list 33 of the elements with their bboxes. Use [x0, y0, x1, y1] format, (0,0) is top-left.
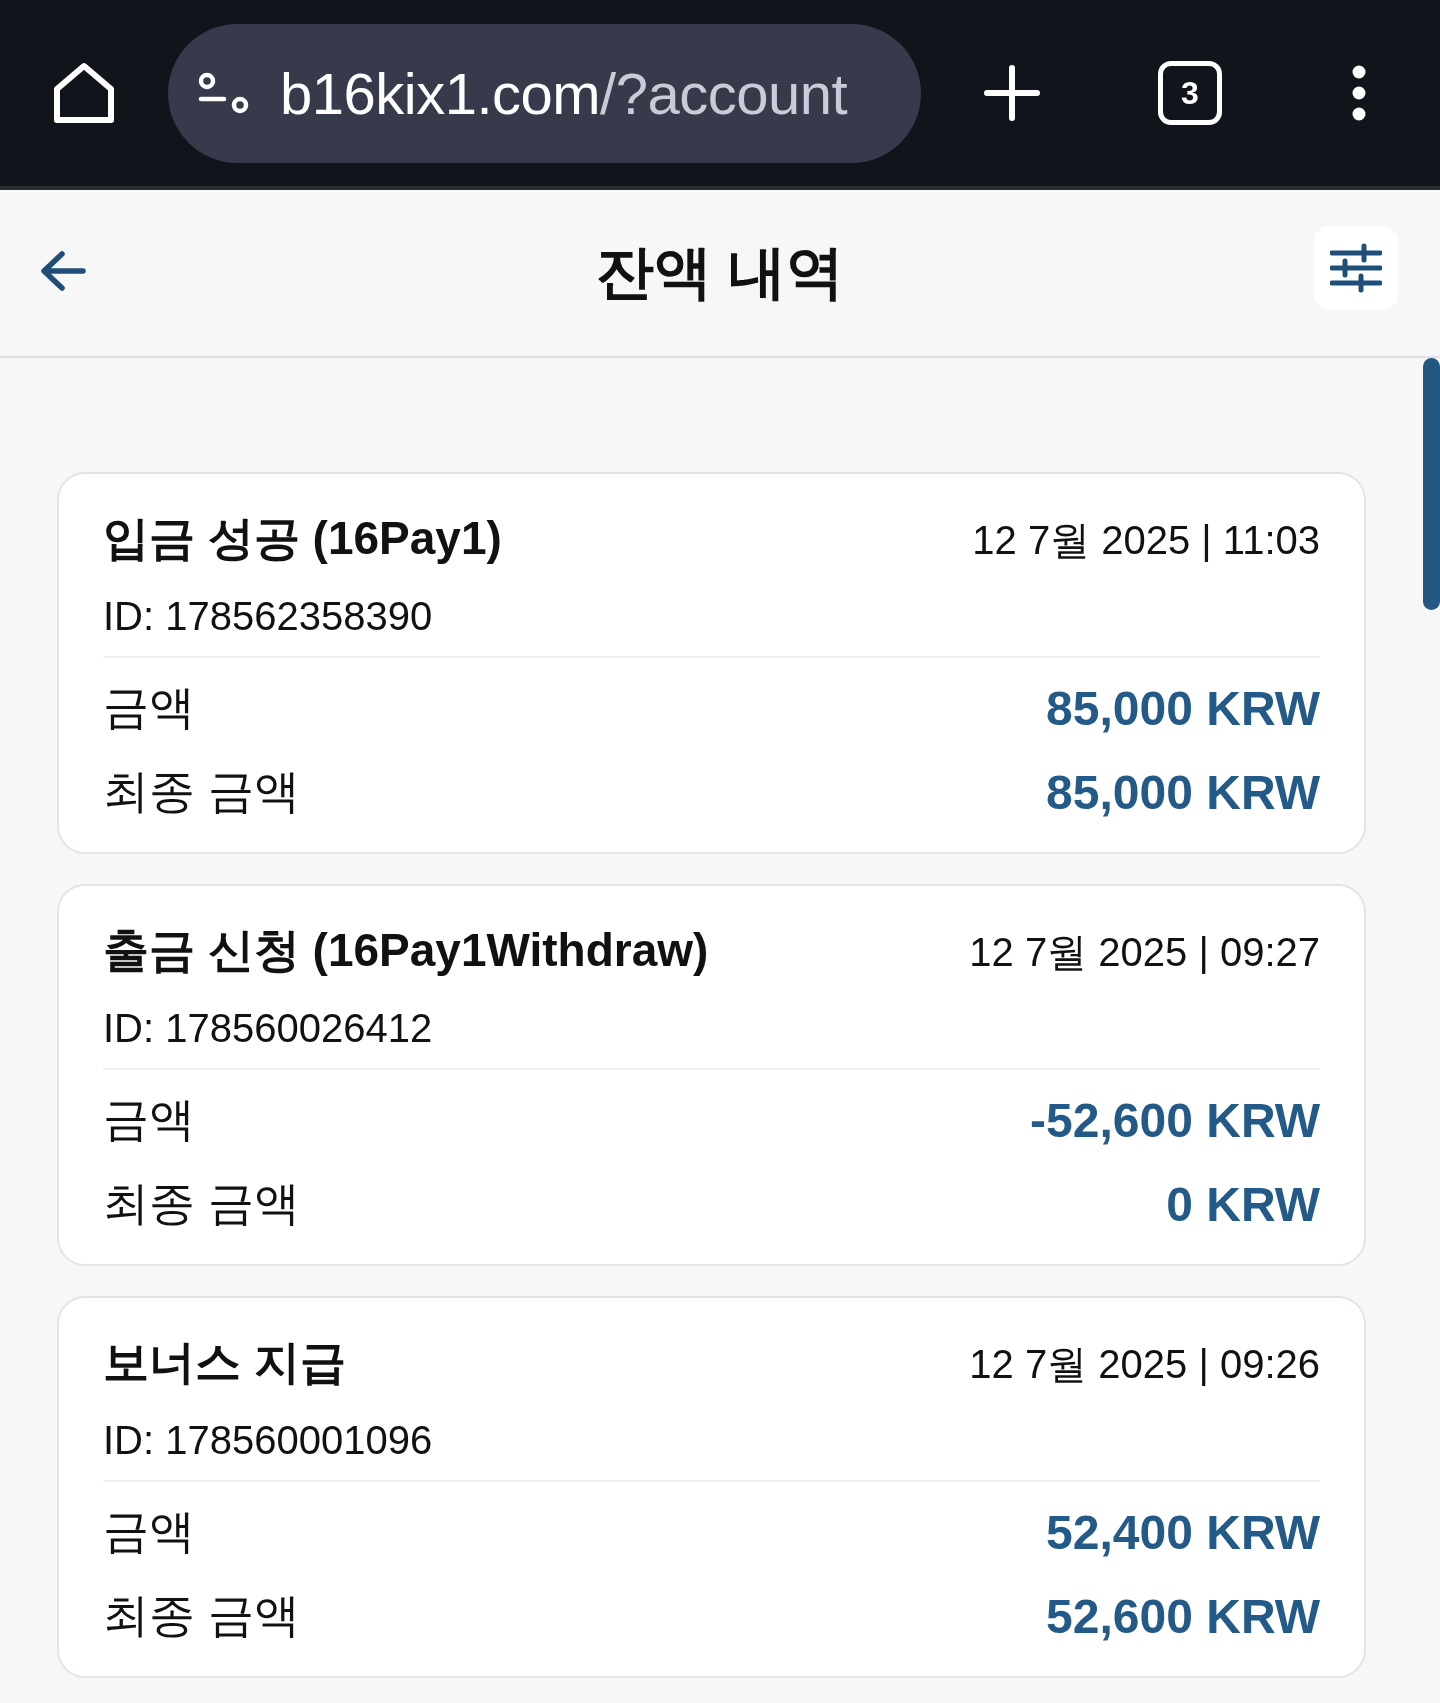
url-text: b16kix1.com/?account [280, 59, 848, 127]
transaction-title: 출금 신청 (16Pay1Withdraw) [103, 923, 709, 978]
amount-value: 52,400 KRW [1046, 1504, 1320, 1560]
filter-button[interactable] [1314, 226, 1398, 310]
amount-label: 최종 금액 [103, 1176, 300, 1231]
amount-value: 85,000 KRW [1046, 764, 1320, 820]
amount-label: 최종 금액 [103, 1588, 300, 1643]
amount-value: 85,000 KRW [1046, 680, 1320, 736]
tab-count-button[interactable]: 3 [1158, 61, 1222, 125]
amount-label: 금액 [103, 680, 195, 735]
page-title: 잔액 내역 [595, 238, 845, 306]
sliders-icon [1330, 243, 1382, 293]
transaction-id: ID: 178560026412 [103, 1005, 434, 1052]
amount-value: 52,600 KRW [1046, 1588, 1320, 1644]
amount-label: 금액 [103, 1092, 195, 1147]
amount-value: -52,600 KRW [1030, 1092, 1320, 1148]
transaction-datetime: 12 7월 2025 | 09:27 [969, 929, 1320, 976]
transaction-datetime: 12 7월 2025 | 09:26 [969, 1341, 1320, 1388]
transaction-id: ID: 178560001096 [103, 1417, 434, 1464]
plus-icon[interactable] [984, 65, 1040, 121]
transaction-title: 보너스 지급 [103, 1335, 346, 1390]
back-arrow-icon[interactable] [40, 250, 86, 292]
address-bar[interactable]: b16kix1.com/?account [168, 23, 921, 163]
amount-label: 최종 금액 [103, 764, 300, 819]
transaction-id: ID: 178562358390 [103, 593, 434, 640]
menu-icon[interactable] [1352, 65, 1366, 121]
transaction-title: 입금 성공 (16Pay1) [103, 511, 502, 566]
home-icon[interactable] [52, 62, 116, 124]
transaction-datetime: 12 7월 2025 | 11:03 [972, 517, 1320, 564]
amount-label: 금액 [103, 1504, 195, 1559]
scrollbar-thumb[interactable] [1423, 358, 1440, 610]
amount-value: 0 KRW [1166, 1176, 1320, 1232]
page-info-icon[interactable] [198, 72, 250, 114]
